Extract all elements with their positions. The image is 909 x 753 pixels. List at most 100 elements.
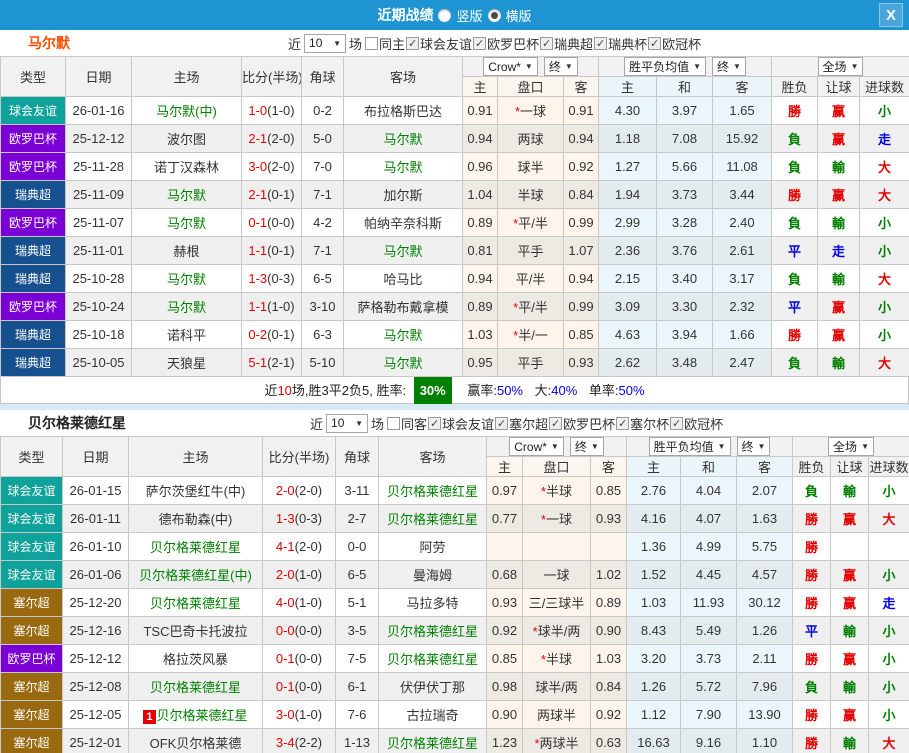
league-label[interactable]: 瑞典超 <box>554 34 593 53</box>
handicap-cell: 两球半 <box>523 701 591 729</box>
mean-draw-cell: 7.90 <box>681 701 737 729</box>
league-checkbox[interactable] <box>670 417 683 430</box>
match-date: 26-01-11 <box>63 505 129 533</box>
handicap-cell: *一球 <box>523 505 591 533</box>
fullmatch-select[interactable]: 全场▼ <box>828 437 874 456</box>
odds-stage-select[interactable]: 终▼ <box>544 57 578 76</box>
handicap-cell: 平/半 <box>498 265 564 293</box>
chevron-down-icon: ▼ <box>591 442 599 451</box>
games-label: 场 <box>349 34 362 53</box>
league-checkbox[interactable] <box>540 37 553 50</box>
col-corner: 角球 <box>302 57 344 97</box>
odds-away-cell: 0.93 <box>591 505 627 533</box>
league-checkbox[interactable] <box>406 37 419 50</box>
away-team-cell: 曼海姆 <box>379 561 487 589</box>
odds-home-cell: 1.04 <box>463 181 498 209</box>
match-count-select[interactable]: 10▼ <box>304 34 346 53</box>
match-row: 球会友谊26-01-11德布勒森(中)1-3(0-3)2-7贝尔格莱德红星0.7… <box>1 505 909 533</box>
result-handicap-cell: 輸 <box>831 729 869 753</box>
horizontal-layout-label[interactable]: 横版 <box>506 6 532 25</box>
page-title: 近期战绩 <box>377 5 433 25</box>
mean-stage-select[interactable]: 终▼ <box>737 437 771 456</box>
corner-cell: 2-7 <box>336 505 379 533</box>
league-label[interactable]: 球会友谊 <box>420 34 472 53</box>
result-outcome-cell: 勝 <box>793 729 831 753</box>
col-corner: 角球 <box>336 437 379 477</box>
same-away-checkbox[interactable] <box>387 417 400 430</box>
score-cell: 3-0(1-0) <box>263 701 336 729</box>
mean-away-cell: 3.44 <box>713 181 772 209</box>
league-label[interactable]: 球会友谊 <box>442 414 494 433</box>
result-goals-cell: 小 <box>869 477 909 505</box>
mean-home-cell: 16.63 <box>627 729 681 753</box>
corner-cell: 3-5 <box>336 617 379 645</box>
mean-home-cell: 4.63 <box>599 321 657 349</box>
league-checkbox[interactable] <box>648 37 661 50</box>
mean-select[interactable]: 胜平负均值▼ <box>624 57 706 76</box>
corner-cell: 7-1 <box>302 181 344 209</box>
corner-cell: 6-3 <box>302 321 344 349</box>
col-home: 主场 <box>129 437 263 477</box>
league-label[interactable]: 塞尔杯 <box>630 414 669 433</box>
match-row: 塞尔超25-12-08贝尔格莱德红星0-1(0-0)6-1伏伊伏丁那0.98球半… <box>1 673 909 701</box>
league-label[interactable]: 塞尔超 <box>509 414 548 433</box>
close-icon[interactable]: X <box>879 3 903 27</box>
league-label[interactable]: 欧冠杯 <box>684 414 723 433</box>
league-checkbox[interactable] <box>428 417 441 430</box>
vertical-layout-label[interactable]: 竖版 <box>456 6 482 25</box>
match-date: 26-01-06 <box>63 561 129 589</box>
fullmatch-select[interactable]: 全场▼ <box>818 57 864 76</box>
handicap-cell: *半/一 <box>498 321 564 349</box>
horizontal-layout-radio[interactable] <box>488 9 501 22</box>
result-outcome-cell: 勝 <box>793 533 831 561</box>
odds-home-cell: 0.95 <box>463 349 498 377</box>
mean-home-cell: 1.03 <box>627 589 681 617</box>
league-checkbox[interactable] <box>594 37 607 50</box>
result-goals-cell: 小 <box>869 701 909 729</box>
corner-cell: 3-11 <box>336 477 379 505</box>
league-label[interactable]: 欧罗巴杯 <box>563 414 615 433</box>
team2-filter-bar: 贝尔格莱德红星 近 10▼ 场 同客 球会友谊 塞尔超 欧罗巴杯 塞尔杯 欧冠杯 <box>0 410 909 436</box>
result-outcome-cell: 勝 <box>772 97 818 125</box>
league-checkbox[interactable] <box>616 417 629 430</box>
vertical-layout-radio[interactable] <box>438 9 451 22</box>
bookmaker-select[interactable]: Crow*▼ <box>483 57 538 76</box>
score-cell: 3-0(2-0) <box>242 153 302 181</box>
league-label[interactable]: 欧罗巴杯 <box>487 34 539 53</box>
score-cell: 0-1(0-0) <box>263 673 336 701</box>
away-team-cell: 伏伊伏丁那 <box>379 673 487 701</box>
odds-home-cell: 0.81 <box>463 237 498 265</box>
same-home-checkbox[interactable] <box>365 37 378 50</box>
score-cell: 4-1(2-0) <box>263 533 336 561</box>
col-mean-home: 主 <box>599 77 657 97</box>
league-type-badge: 欧罗巴杯 <box>1 645 63 673</box>
titlebar: 近期战绩 竖版 横版 X <box>0 0 909 30</box>
mean-stage-select[interactable]: 终▼ <box>712 57 746 76</box>
odds-stage-select[interactable]: 终▼ <box>570 437 604 456</box>
mean-away-cell: 15.92 <box>713 125 772 153</box>
match-row: 欧罗巴杯25-12-12波尔图2-1(2-0)5-0马尔默0.94两球0.941… <box>1 125 909 153</box>
col-score: 比分(半场) <box>263 437 336 477</box>
league-label[interactable]: 欧冠杯 <box>662 34 701 53</box>
fullmatch-group-header: 全场▼ <box>772 57 909 77</box>
league-checkbox[interactable] <box>495 417 508 430</box>
result-handicap-cell: 輸 <box>831 673 869 701</box>
mean-select[interactable]: 胜平负均值▼ <box>649 437 731 456</box>
home-team-cell: 诺丁汉森林 <box>132 153 242 181</box>
result-goals-cell: 小 <box>860 237 909 265</box>
score-cell: 2-0(1-0) <box>263 561 336 589</box>
league-type-badge: 塞尔超 <box>1 701 63 729</box>
odds-away-cell: 1.07 <box>564 237 599 265</box>
match-count-select[interactable]: 10▼ <box>326 414 368 433</box>
bookmaker-select[interactable]: Crow*▼ <box>509 437 564 456</box>
result-handicap-cell: 走 <box>818 237 860 265</box>
chevron-down-icon: ▼ <box>693 62 701 71</box>
score-cell: 0-1(0-0) <box>242 209 302 237</box>
league-checkbox[interactable] <box>473 37 486 50</box>
league-type-badge: 塞尔超 <box>1 617 63 645</box>
mean-home-cell: 2.15 <box>599 265 657 293</box>
same-home-label[interactable]: 同主 <box>379 34 405 53</box>
league-label[interactable]: 瑞典杯 <box>608 34 647 53</box>
league-checkbox[interactable] <box>549 417 562 430</box>
same-away-label[interactable]: 同客 <box>401 414 427 433</box>
